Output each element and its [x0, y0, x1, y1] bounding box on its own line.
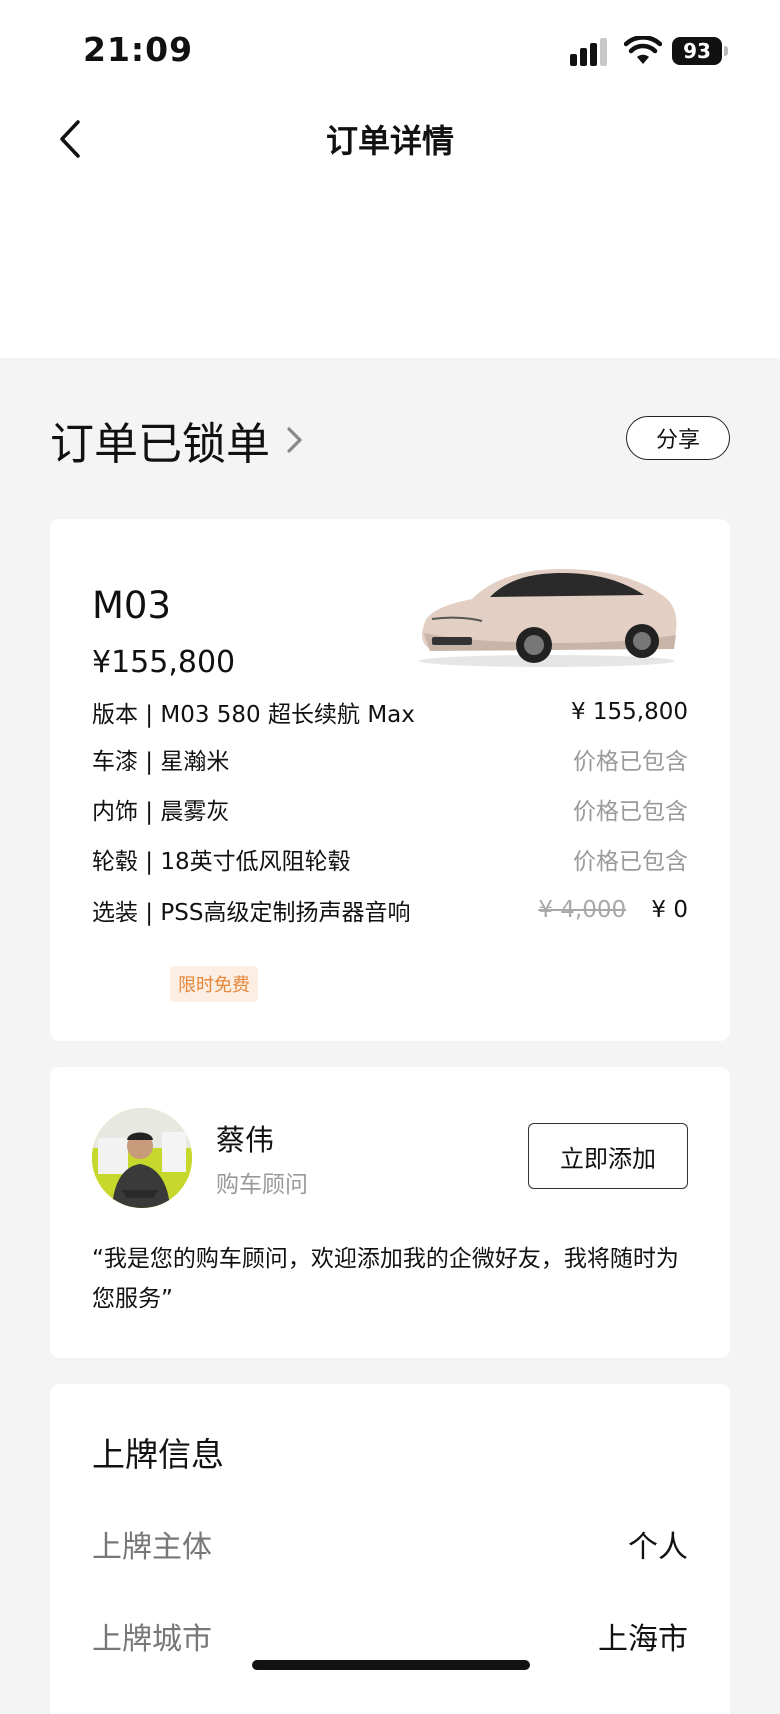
plate-value: 上海市 — [598, 1622, 688, 1657]
plate-label: 上牌城市 — [92, 1622, 212, 1657]
wifi-icon — [624, 36, 662, 64]
spec-row-wheels: 轮毂 | 18英寸低风阻轮毂 价格已包含 — [92, 842, 688, 876]
consultant-role: 购车顾问 — [216, 1172, 308, 1198]
order-status-text: 订单已锁单 — [50, 419, 270, 470]
order-status-link[interactable]: 订单已锁单 — [50, 408, 306, 472]
chevron-right-icon — [287, 427, 302, 453]
spec-label: 轮毂 | 18英寸低风阻轮毂 — [92, 849, 351, 875]
spec-row-version: 版本 | M03 580 超长续航 Max ¥ 155,800 — [92, 695, 688, 729]
spec-price-group: ¥ 4,000 ¥ 0 — [538, 897, 688, 923]
spec-row-interior: 内饰 | 晨雾灰 价格已包含 — [92, 792, 688, 826]
original-price: ¥ 4,000 — [538, 897, 627, 923]
add-consultant-button[interactable]: 立即添加 — [528, 1123, 688, 1189]
spec-label: 内饰 | 晨雾灰 — [92, 799, 230, 825]
consultant-quote: “我是您的购车顾问，欢迎添加我的企微好友，我将随时为您服务” — [92, 1246, 679, 1312]
spec-row-paint: 车漆 | 星瀚米 价格已包含 — [92, 742, 688, 776]
home-indicator — [252, 1660, 530, 1670]
plate-row-owner[interactable]: 上牌主体 个人 — [92, 1522, 688, 1566]
plate-label: 上牌主体 — [92, 1530, 212, 1565]
spec-value: 价格已包含 — [573, 849, 688, 875]
header-area: 21:09 93 订单详情 — [0, 0, 780, 358]
consultant-card: 蔡伟 购车顾问 立即添加 “我是您的购车顾问，欢迎添加我的企微好友，我将随时为您… — [50, 1067, 730, 1358]
battery-icon: 93 — [672, 37, 728, 65]
plate-value: 个人 — [628, 1530, 688, 1565]
free-badge: 限时免费 — [170, 966, 258, 1002]
model-name: M03 — [92, 584, 172, 627]
consultant-name: 蔡伟 — [216, 1123, 275, 1157]
cellular-signal-icon — [570, 38, 607, 66]
status-time: 21:09 — [83, 30, 194, 69]
spec-value: ¥ 155,800 — [570, 699, 688, 725]
car-order-card: M03 ¥155,800 版本 | M03 580 超长续航 Max ¥ 155… — [50, 519, 730, 1041]
spec-value: ¥ 0 — [651, 897, 688, 923]
spec-label: 选装 | PSS高级定制扬声器音响 — [92, 900, 411, 926]
share-button[interactable]: 分享 — [626, 416, 730, 460]
model-price: ¥155,800 — [92, 645, 236, 680]
spec-value: 价格已包含 — [573, 749, 688, 775]
battery-level: 93 — [672, 37, 722, 65]
avatar — [92, 1108, 192, 1208]
spec-label: 版本 | M03 580 超长续航 Max — [92, 702, 415, 728]
spec-value: 价格已包含 — [573, 799, 688, 825]
spec-label: 车漆 | 星瀚米 — [92, 749, 230, 775]
spec-row-option: 选装 | PSS高级定制扬声器音响 ¥ 4,000 ¥ 0 — [92, 893, 688, 927]
plate-info-title: 上牌信息 — [92, 1435, 224, 1474]
page-title: 订单详情 — [325, 122, 454, 160]
plate-row-city[interactable]: 上牌城市 上海市 — [92, 1614, 688, 1658]
car-image — [419, 569, 677, 667]
